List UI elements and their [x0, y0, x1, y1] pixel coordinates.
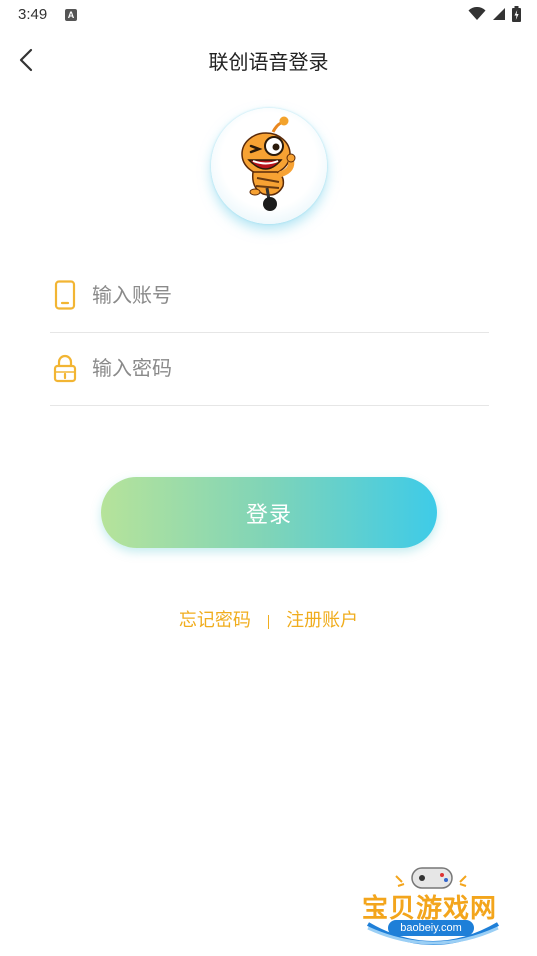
status-time: 3:49 — [18, 6, 48, 23]
page-title: 联创语音登录 — [208, 50, 329, 74]
lock-icon — [53, 354, 77, 383]
account-links: 忘记密码 注册账户 — [0, 606, 537, 632]
password-input[interactable] — [90, 349, 484, 387]
mascot-logo-icon — [241, 116, 296, 211]
login-button[interactable]: 登录 — [101, 477, 437, 548]
watermark-url: baobeiy.com — [388, 920, 474, 936]
notification-a-icon: A — [65, 9, 77, 21]
app-logo-avatar — [211, 108, 327, 224]
phone-icon — [54, 280, 76, 310]
cellular-signal-icon — [493, 8, 505, 20]
nav-bar: 联创语音登录 — [0, 36, 537, 84]
status-icons — [468, 6, 521, 22]
account-input[interactable] — [90, 276, 484, 314]
link-divider — [268, 614, 269, 629]
status-bar: 3:49 A — [0, 0, 537, 32]
site-watermark: 宝贝游戏网 baobeiy.com — [358, 862, 508, 952]
forgot-password-link[interactable]: 忘记密码 — [179, 610, 251, 631]
account-field-row — [50, 260, 489, 333]
battery-charging-icon — [512, 6, 521, 22]
register-account-link[interactable]: 注册账户 — [286, 610, 358, 631]
wifi-icon — [468, 7, 486, 20]
password-field-row — [50, 333, 489, 406]
